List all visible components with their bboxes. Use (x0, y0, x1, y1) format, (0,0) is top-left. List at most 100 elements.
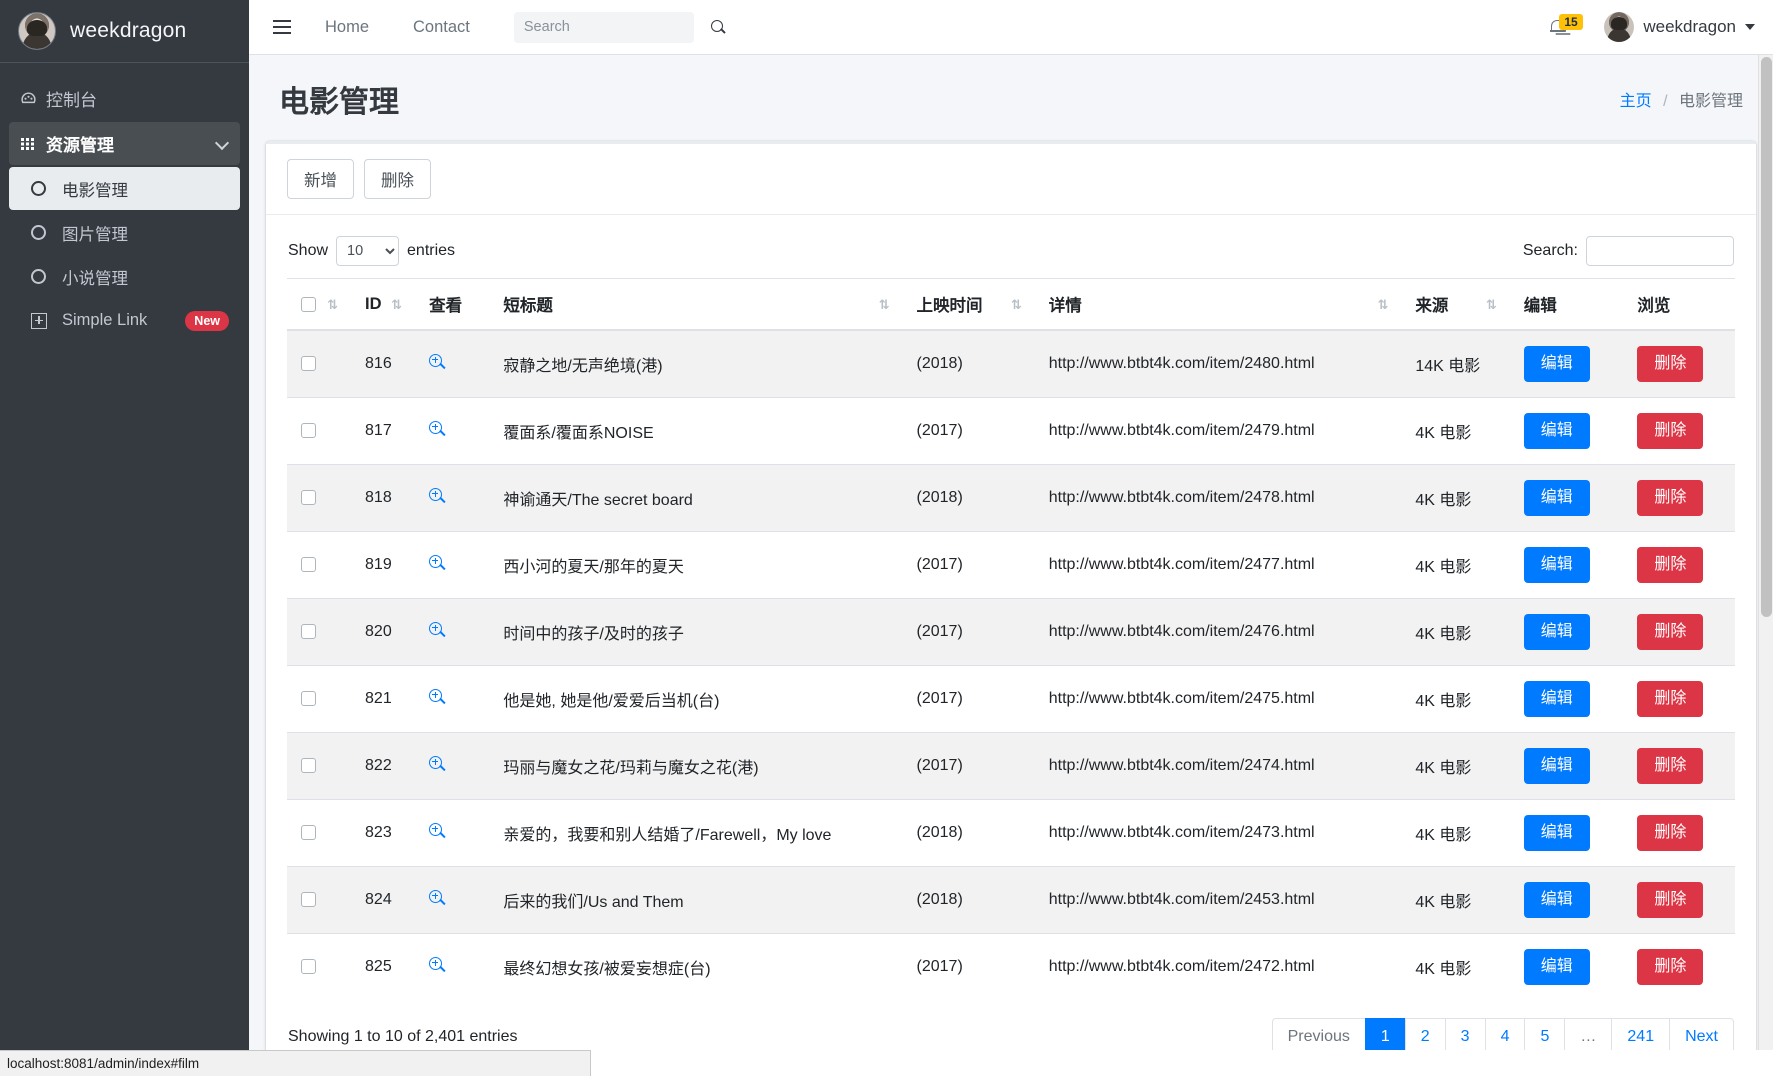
row-select-cell[interactable] (287, 866, 352, 934)
zoom-in-icon[interactable] (429, 353, 445, 370)
row-view-cell[interactable] (415, 531, 490, 599)
search-input[interactable] (523, 19, 711, 35)
notifications-button[interactable]: 15 (1550, 13, 1583, 36)
row-delete-button[interactable]: 删除 (1637, 882, 1704, 918)
zoom-in-icon[interactable] (429, 889, 445, 906)
row-edit-button[interactable]: 编辑 (1523, 815, 1590, 851)
row-edit-button[interactable]: 编辑 (1523, 346, 1590, 382)
sidebar-item-image-management[interactable]: 图片管理 (9, 211, 240, 254)
navbar-link-contact[interactable]: Contact (413, 18, 470, 37)
row-edit-button[interactable]: 编辑 (1523, 882, 1590, 918)
row-edit-button[interactable]: 编辑 (1523, 547, 1590, 583)
row-select-cell[interactable] (287, 799, 352, 867)
column-header-2[interactable]: 查看 (415, 278, 490, 331)
pagination-item-5[interactable]: 5 (1524, 1018, 1565, 1050)
navbar-link-home[interactable]: Home (325, 18, 369, 37)
search-icon[interactable] (710, 19, 726, 35)
sidebar-brand[interactable]: weekdragon (0, 0, 249, 63)
row-view-cell[interactable] (415, 933, 490, 1000)
pagination-item-241[interactable]: 241 (1611, 1018, 1670, 1050)
row-delete-button[interactable]: 删除 (1637, 949, 1704, 985)
zoom-in-icon[interactable] (429, 621, 445, 638)
pagination-item-next[interactable]: Next (1669, 1018, 1734, 1050)
row-checkbox[interactable] (301, 825, 316, 841)
column-header-5[interactable]: 详情 ⇅ (1034, 278, 1402, 331)
row-select-cell[interactable] (287, 531, 352, 599)
zoom-in-icon[interactable] (429, 956, 445, 973)
row-view-cell[interactable] (415, 397, 490, 465)
row-delete-button[interactable]: 删除 (1637, 547, 1704, 583)
row-edit-button[interactable]: 编辑 (1523, 949, 1590, 985)
zoom-in-icon[interactable] (429, 822, 445, 839)
row-select-cell[interactable] (287, 397, 352, 465)
row-select-cell[interactable] (287, 598, 352, 666)
scrollbar-thumb[interactable] (1761, 57, 1772, 617)
row-edit-button[interactable]: 编辑 (1523, 614, 1590, 650)
sidebar-item-dashboard[interactable]: 控制台 (9, 77, 240, 120)
page-scrollbar[interactable] (1758, 55, 1773, 1050)
hamburger-icon[interactable] (273, 20, 291, 34)
row-checkbox[interactable] (301, 758, 316, 774)
row-checkbox[interactable] (301, 490, 316, 506)
row-checkbox[interactable] (301, 356, 316, 372)
sidebar-item-simple-link[interactable]: Simple Link New (9, 299, 240, 342)
row-checkbox[interactable] (301, 624, 316, 640)
pagination-item-4[interactable]: 4 (1484, 1018, 1525, 1050)
row-delete-button[interactable]: 删除 (1637, 681, 1704, 717)
breadcrumb-home[interactable]: 主页 (1620, 93, 1652, 110)
add-button[interactable]: 新增 (287, 159, 354, 199)
sidebar-item-resources[interactable]: 资源管理 (9, 122, 240, 165)
row-select-cell[interactable] (287, 665, 352, 733)
column-header-7[interactable]: 编辑 (1509, 278, 1624, 331)
row-view-cell[interactable] (415, 799, 490, 867)
delete-button[interactable]: 删除 (364, 159, 431, 199)
row-checkbox[interactable] (301, 423, 316, 439)
row-checkbox[interactable] (301, 691, 316, 707)
column-header-select[interactable]: ⇅ (287, 278, 352, 331)
row-select-cell[interactable] (287, 933, 352, 1000)
navbar-search[interactable] (513, 11, 723, 43)
sidebar-item-film-management[interactable]: 电影管理 (9, 167, 240, 210)
zoom-in-icon[interactable] (429, 688, 445, 705)
column-header-6[interactable]: 来源 ⇅ (1401, 278, 1510, 331)
row-view-cell[interactable] (415, 665, 490, 733)
row-delete-button[interactable]: 删除 (1637, 413, 1704, 449)
pagination-item-previous[interactable]: Previous (1271, 1018, 1365, 1050)
sidebar-item-novel-management[interactable]: 小说管理 (9, 255, 240, 298)
row-edit-button[interactable]: 编辑 (1523, 413, 1590, 449)
pagination-item-3[interactable]: 3 (1444, 1018, 1485, 1050)
column-header-8[interactable]: 浏览 (1623, 278, 1735, 331)
row-delete-button[interactable]: 删除 (1637, 346, 1704, 382)
pagination-item-1[interactable]: 1 (1364, 1018, 1405, 1050)
row-view-cell[interactable] (415, 866, 490, 934)
row-view-cell[interactable] (415, 732, 490, 800)
row-delete-button[interactable]: 删除 (1637, 815, 1704, 851)
row-select-cell[interactable] (287, 329, 352, 398)
row-edit-button[interactable]: 编辑 (1523, 681, 1590, 717)
row-view-cell[interactable] (415, 329, 490, 398)
row-view-cell[interactable] (415, 464, 490, 532)
row-select-cell[interactable] (287, 732, 352, 800)
column-header-1[interactable]: ID ⇅ (351, 278, 416, 331)
column-header-4[interactable]: 上映时间 ⇅ (902, 278, 1035, 331)
row-checkbox[interactable] (301, 892, 316, 908)
select-all-checkbox[interactable] (301, 296, 316, 312)
row-delete-button[interactable]: 删除 (1637, 480, 1704, 516)
zoom-in-icon[interactable] (429, 420, 445, 437)
table-search-input[interactable] (1586, 236, 1734, 266)
pagination-item-2[interactable]: 2 (1404, 1018, 1445, 1050)
zoom-in-icon[interactable] (429, 755, 445, 772)
zoom-in-icon[interactable] (429, 554, 445, 571)
row-edit-button[interactable]: 编辑 (1523, 480, 1590, 516)
row-edit-button[interactable]: 编辑 (1523, 748, 1590, 784)
row-delete-button[interactable]: 删除 (1637, 614, 1704, 650)
zoom-in-icon[interactable] (429, 487, 445, 504)
row-select-cell[interactable] (287, 464, 352, 532)
row-checkbox[interactable] (301, 959, 316, 975)
row-delete-button[interactable]: 删除 (1637, 748, 1704, 784)
page-length-select[interactable]: 102550100 (336, 236, 400, 266)
user-menu[interactable]: weekdragon (1604, 12, 1755, 42)
column-header-3[interactable]: 短标题 ⇅ (489, 278, 903, 331)
row-view-cell[interactable] (415, 598, 490, 666)
row-checkbox[interactable] (301, 557, 316, 573)
